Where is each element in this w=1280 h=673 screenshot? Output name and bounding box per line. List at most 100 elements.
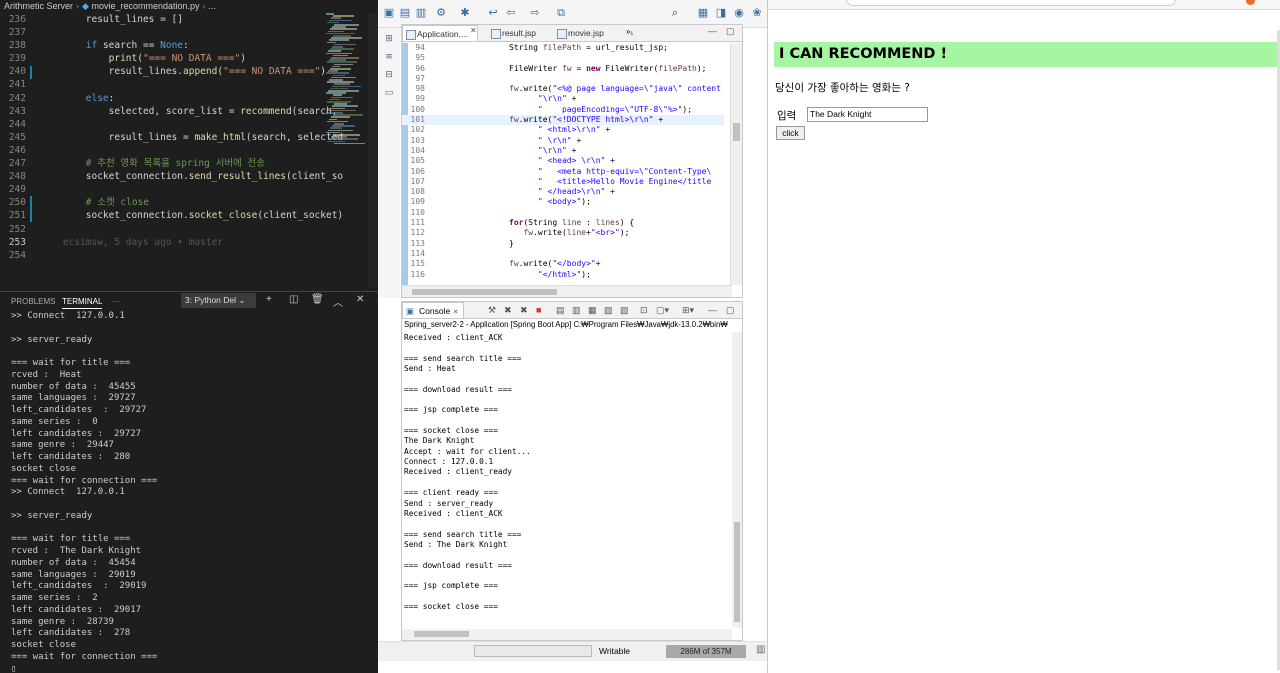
code-line[interactable]: 240 result_lines.append("=== NO DATA ===…: [0, 65, 378, 78]
chevron-up-icon[interactable]: ︿: [333, 294, 343, 309]
open-icon[interactable]: ▤: [398, 6, 412, 20]
terminal-select[interactable]: 3: Python Del ⌄: [181, 293, 256, 308]
more-actions-icon[interactable]: ···: [112, 297, 120, 306]
debug-icon[interactable]: ✱: [458, 6, 472, 20]
code-line[interactable]: 243 selected, score_list = recommend(sea…: [0, 105, 378, 118]
trash-icon[interactable]: ▥: [756, 644, 765, 655]
minimap[interactable]: [326, 13, 368, 253]
java-code-line[interactable]: 102 " <html>\r\n" +: [402, 125, 724, 135]
code-line[interactable]: 248 socket_connection.send_result_lines(…: [0, 170, 378, 183]
code-line[interactable]: 238 if search == None:: [0, 39, 378, 52]
tab-result-jsp[interactable]: result.jsp: [488, 25, 548, 41]
maximize-icon[interactable]: ▢: [726, 26, 735, 37]
code-line[interactable]: 244: [0, 118, 378, 131]
split-icon[interactable]: ◫: [289, 294, 298, 305]
java-code-line[interactable]: 111 for(String line : lines) {: [402, 218, 724, 228]
java-code-line[interactable]: 95: [402, 53, 724, 63]
java-code-line[interactable]: 108 " </head>\r\n" +: [402, 187, 724, 197]
code-line[interactable]: 239 print("=== NO DATA ==="): [0, 52, 378, 65]
close-icon[interactable]: ✕: [453, 309, 459, 316]
debug-perspective-icon[interactable]: ◉: [732, 6, 746, 20]
movie-input[interactable]: The Dark Knight: [807, 107, 928, 122]
hierarchy-icon[interactable]: ⊟: [381, 68, 397, 82]
scroll-lock-icon[interactable]: ▥: [572, 305, 581, 316]
code-line[interactable]: 247 # 추천 영화 목록을 spring 서버에 전송: [0, 157, 378, 170]
console-output[interactable]: Received : client_ACK === send search tit…: [404, 333, 729, 612]
maximize-icon[interactable]: ▢: [726, 305, 735, 316]
close-tab-icon[interactable]: ✕: [470, 26, 477, 35]
code-line[interactable]: 246: [0, 144, 378, 157]
pin-console-icon[interactable]: ⊡: [640, 305, 648, 316]
java-code-line[interactable]: 94 String filePath = url_result_jsp;: [402, 43, 724, 53]
tab-movie-jsp[interactable]: movie.jsp: [554, 25, 618, 41]
editor-scrollbar[interactable]: [368, 13, 378, 288]
package-explorer-icon[interactable]: ⊞: [381, 32, 397, 46]
java-code-line[interactable]: 115 fw.write("</body>"+: [402, 259, 724, 269]
more-tabs-indicator[interactable]: »₁: [626, 27, 633, 36]
run-icon[interactable]: ⚙: [434, 6, 448, 20]
spring-icon[interactable]: ❀: [750, 6, 764, 20]
breadcrumb-folder[interactable]: Arithmetic Server: [4, 1, 73, 11]
java-code-line[interactable]: 114: [402, 249, 724, 259]
breadcrumb-file[interactable]: movie_recommendation.py: [91, 1, 199, 11]
terminal-output[interactable]: >> Connect 127.0.0.1 >> server_ready === w…: [11, 311, 376, 673]
editor-vscrollbar[interactable]: [730, 43, 742, 285]
java-code-line[interactable]: 109 " <body>");: [402, 197, 724, 207]
java-code-line[interactable]: 103 " \r\n" +: [402, 136, 724, 146]
back-icon[interactable]: ↩: [486, 6, 500, 20]
click-button[interactable]: click: [776, 126, 805, 140]
code-line[interactable]: 241: [0, 78, 378, 91]
java-editor[interactable]: Application.... ✕ result.jsp movie.jsp »…: [401, 24, 743, 298]
java-code[interactable]: 94 String filePath = url_result_jsp; 95 96 F…: [402, 43, 724, 285]
java-code-line[interactable]: 116 "</html>");: [402, 270, 724, 280]
java-code-line[interactable]: 98 fw.write("<%@ page language=\"java\" c…: [402, 84, 724, 94]
java-code-line[interactable]: 110: [402, 208, 724, 218]
java-code-line[interactable]: 101 fw.write("<!DOCTYPE html>\r\n" +: [402, 115, 724, 126]
open-console-icon[interactable]: ⊞▾: [682, 305, 694, 316]
code-line[interactable]: 237: [0, 26, 378, 39]
heap-status[interactable]: 286M of 357M: [666, 645, 746, 658]
word-wrap-icon[interactable]: ▦: [588, 305, 597, 316]
java-perspective-icon[interactable]: ◨: [714, 6, 728, 20]
outline-icon[interactable]: ≡: [381, 50, 397, 64]
search-icon[interactable]: ⌕: [668, 6, 682, 20]
show-stdout-icon[interactable]: ▨: [604, 305, 613, 316]
nav-forward-icon[interactable]: ⇨: [528, 6, 542, 20]
java-code-line[interactable]: 107 " <title>Hello Movie Engine</title: [402, 177, 724, 187]
show-stderr-icon[interactable]: ▧: [620, 305, 629, 316]
tab-application[interactable]: Application....: [402, 25, 478, 41]
code-line[interactable]: 251 socket_connection.socket_close(clien…: [0, 209, 378, 222]
code-line[interactable]: 252: [0, 223, 378, 236]
java-code-line[interactable]: 112 fw.write(line+"<br>");: [402, 228, 724, 238]
code-line[interactable]: 242 else:: [0, 92, 378, 105]
code-line[interactable]: 249: [0, 183, 378, 196]
java-code-line[interactable]: 113}: [402, 239, 724, 249]
java-code-line[interactable]: 100 " pageEncoding=\"UTF-8\"%>");: [402, 105, 724, 115]
perspective-icon[interactable]: ▦: [696, 6, 710, 20]
java-code-line[interactable]: 99 "\r\n" +: [402, 94, 724, 104]
servers-icon[interactable]: ▭: [381, 86, 397, 100]
terminate-icon[interactable]: ■: [536, 305, 541, 315]
display-console-icon[interactable]: ▢▾: [656, 305, 669, 316]
java-code-line[interactable]: 105 " <head> \r\n" +: [402, 156, 724, 166]
code-line[interactable]: 253 ecsimsw, 5 days ago • master: [0, 236, 378, 249]
java-code-line[interactable]: 97: [402, 74, 724, 84]
code-line[interactable]: 236 result_lines = []: [0, 13, 378, 26]
remove-all-icon[interactable]: ✖: [520, 305, 528, 316]
console-vscrollbar[interactable]: [732, 332, 742, 628]
address-bar[interactable]: [846, 0, 1176, 6]
terminate-all-icon[interactable]: ⚒: [488, 305, 496, 316]
nav-back-icon[interactable]: ⇦: [504, 6, 518, 20]
tab-console[interactable]: ▣ Console ✕: [402, 302, 464, 318]
java-code-line[interactable]: 106 " <meta http-equiv=\"Content-Type\: [402, 167, 724, 177]
editor-hscrollbar[interactable]: [402, 285, 732, 297]
open-perspective-icon[interactable]: ⧉: [554, 6, 568, 20]
code-line[interactable]: 245 result_lines = make_html(search, sel…: [0, 131, 378, 144]
save-icon[interactable]: ▥: [414, 6, 428, 20]
breadcrumb-more[interactable]: ...: [209, 1, 217, 11]
minimize-icon[interactable]: —: [708, 26, 717, 36]
code-line[interactable]: 250 # 소켓 close: [0, 196, 378, 209]
code-line[interactable]: 254: [0, 249, 378, 262]
remove-launch-icon[interactable]: ✖: [504, 305, 512, 316]
python-editor[interactable]: 236 result_lines = [] 237 238 if search ==…: [0, 13, 378, 263]
